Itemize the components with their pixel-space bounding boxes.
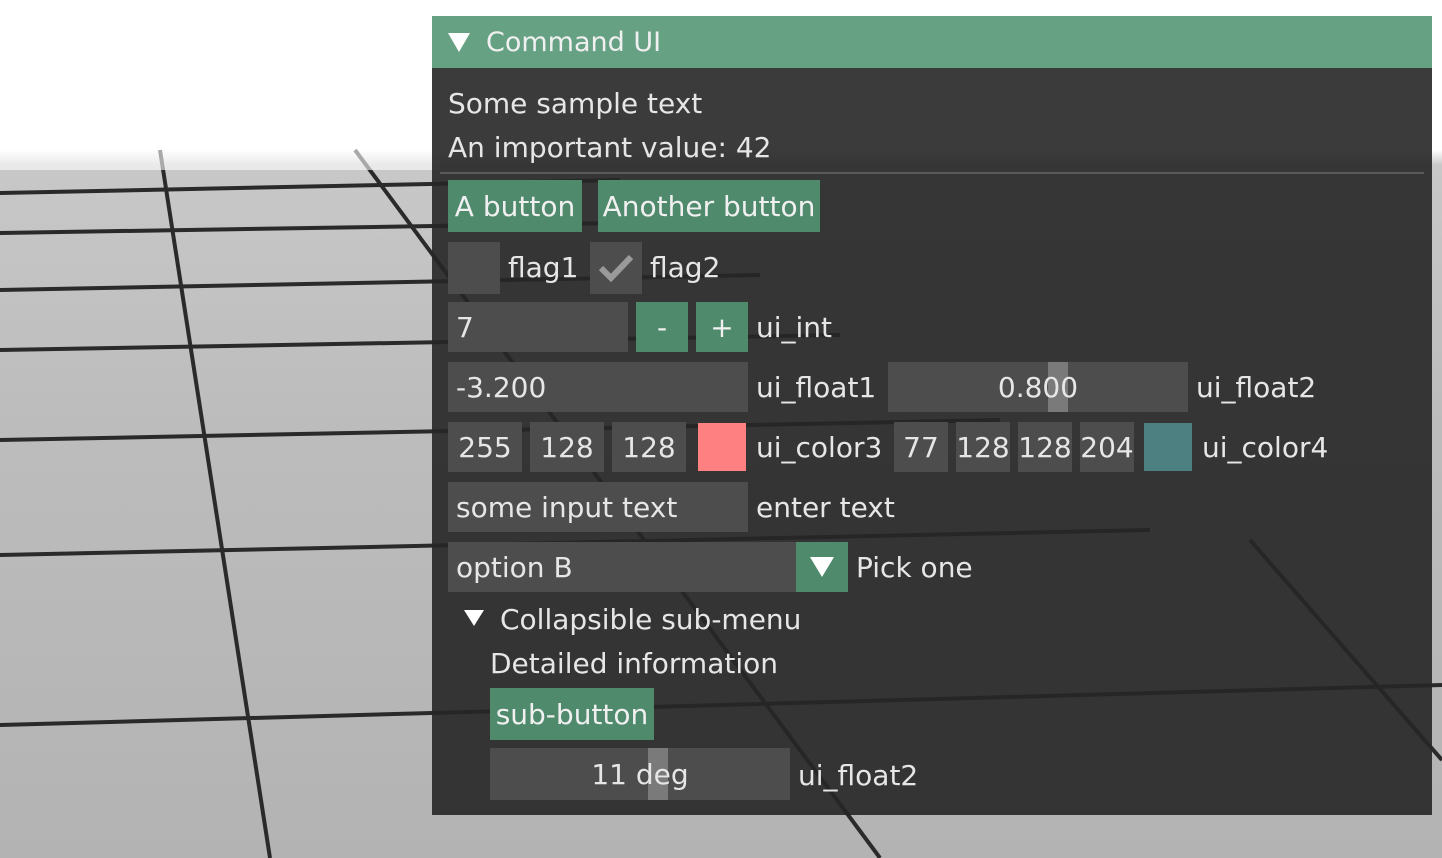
window-title: Command UI [486, 26, 662, 58]
ui-float1-input[interactable]: -3.200 [448, 362, 748, 412]
important-value-text: An important value: 42 [448, 131, 772, 164]
another-button[interactable]: Another button [598, 180, 820, 232]
ui-float2-label: ui_float2 [1196, 371, 1317, 404]
color4-r-input[interactable]: 77 [894, 422, 948, 472]
ui-int-input[interactable]: 7 [448, 302, 628, 352]
separator [440, 172, 1424, 174]
submenu-slider-label: ui_float2 [798, 759, 919, 792]
ui-float1-label: ui_float1 [756, 371, 877, 404]
window-title-bar[interactable]: Command UI [432, 16, 1432, 68]
combo-label: Pick one [856, 551, 973, 584]
submenu-slider-value: 11 deg [591, 757, 689, 791]
a-button[interactable]: A button [448, 180, 582, 232]
sample-text: Some sample text [448, 87, 703, 120]
flag1-checkbox[interactable] [448, 242, 500, 294]
checkmark-icon [598, 254, 634, 283]
collapse-triangle-icon[interactable] [448, 32, 470, 52]
combo-dropdown-button[interactable] [796, 542, 848, 592]
color4-b-input[interactable]: 128 [1018, 422, 1072, 472]
color3-swatch[interactable] [698, 423, 746, 471]
ui-int-label: ui_int [756, 311, 833, 344]
submenu-detail-text: Detailed information [490, 647, 778, 680]
color3-b-input[interactable]: 128 [612, 422, 686, 472]
flag2-checkbox[interactable] [590, 242, 642, 294]
text-input[interactable]: some input text [448, 482, 748, 532]
color3-r-input[interactable]: 255 [448, 422, 522, 472]
flag1-label: flag1 [508, 251, 579, 284]
submenu-slider[interactable]: 11 deg [490, 748, 790, 800]
color4-g-input[interactable]: 128 [956, 422, 1010, 472]
color4-a-input[interactable]: 204 [1080, 422, 1134, 472]
sub-button[interactable]: sub-button [490, 688, 654, 740]
ui-int-increment-button[interactable]: + [696, 302, 748, 352]
command-ui-window: Command UI Some sample text An important… [432, 16, 1432, 815]
color4-swatch[interactable] [1144, 423, 1192, 471]
ui-color4-label: ui_color4 [1202, 431, 1329, 464]
color3-g-input[interactable]: 128 [530, 422, 604, 472]
submenu-collapse-icon[interactable] [464, 610, 484, 626]
combo-box[interactable]: option B [448, 542, 798, 592]
text-input-label: enter text [756, 491, 895, 524]
ui-color3-label: ui_color3 [756, 431, 883, 464]
flag2-label: flag2 [650, 251, 721, 284]
submenu-header[interactable]: Collapsible sub-menu [500, 606, 801, 634]
chevron-down-icon [810, 557, 834, 577]
ui-float2-value: 0.800 [997, 370, 1079, 404]
ui-int-decrement-button[interactable]: - [636, 302, 688, 352]
ui-float2-slider[interactable]: 0.800 [888, 362, 1188, 412]
